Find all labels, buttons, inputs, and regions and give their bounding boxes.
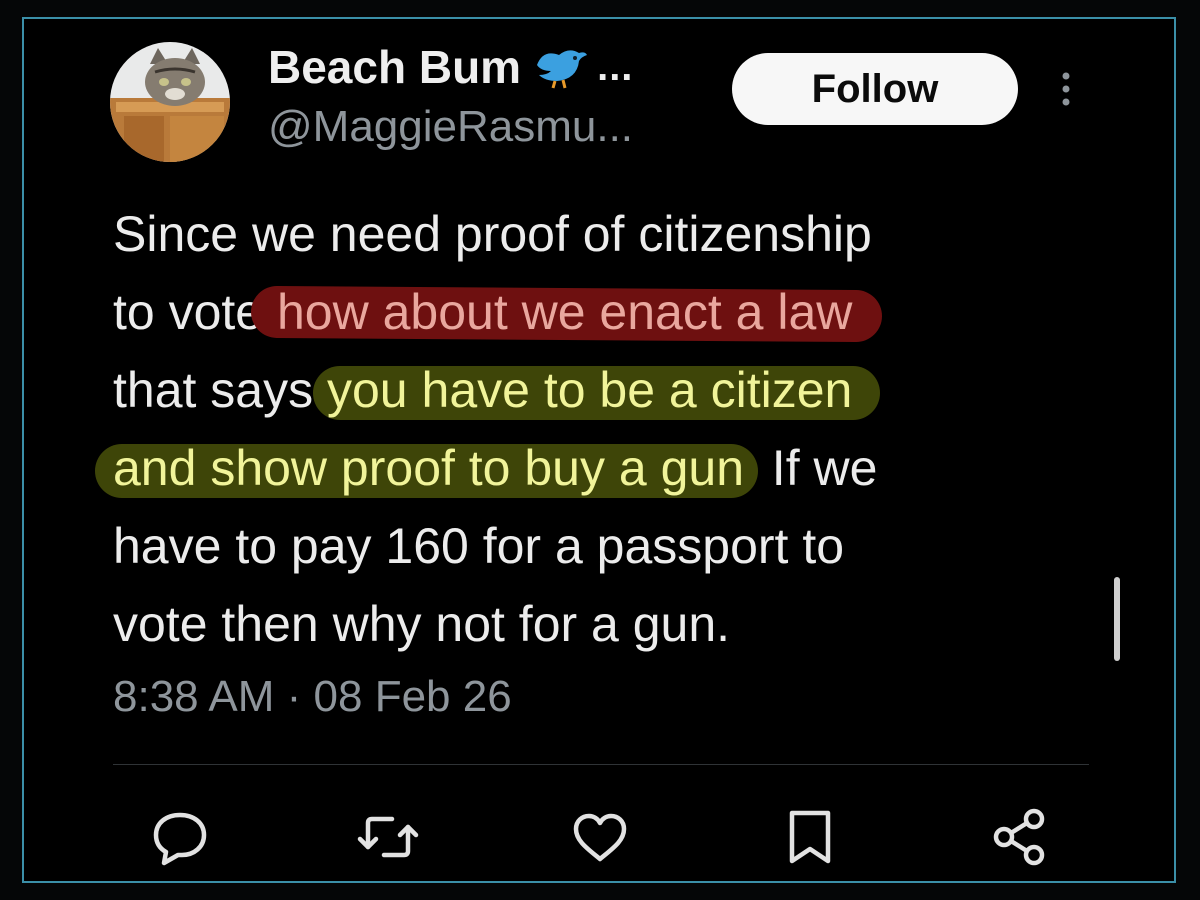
avatar[interactable] [110, 42, 230, 162]
author-name[interactable]: Beach Bum [268, 40, 521, 94]
tweet-text: Since we need proof of citizenship to vo… [113, 195, 1113, 663]
timestamp[interactable]: 8:38 AM · 08 Feb 26 [113, 672, 512, 722]
tweet-text-plain: that says [113, 362, 327, 418]
tweet-text-plain: . If we [744, 440, 878, 496]
author-handle[interactable]: @MaggieRasmu... [268, 102, 633, 152]
like-icon [573, 813, 627, 862]
retweet-icon [357, 816, 419, 858]
reply-icon [153, 812, 207, 866]
bookmark-icon [789, 810, 831, 864]
tweet-line: Since we need proof of citizenship [113, 206, 872, 262]
follow-button[interactable]: Follow [732, 53, 1018, 125]
red-highlight: how about we enact a law [277, 284, 853, 340]
yellow-highlight: and show proof to buy a gun [113, 440, 745, 496]
more-options-icon[interactable] [1052, 70, 1080, 110]
yellow-highlight: you have to be a citizen [327, 362, 853, 418]
scrollbar[interactable] [1114, 577, 1120, 661]
author-name-row[interactable]: Beach Bum ... [268, 40, 633, 94]
retweet-button[interactable] [356, 805, 420, 869]
name-truncation: ... [597, 44, 634, 89]
tweet-line: to vote how about we enact a law [113, 273, 1113, 351]
share-button[interactable] [988, 805, 1052, 869]
tweet-line: have to pay 160 for a passport to [113, 518, 845, 574]
share-icon [993, 808, 1045, 866]
cat-avatar-image [110, 42, 230, 162]
reply-button[interactable] [148, 805, 212, 869]
tweet-line: and show proof to buy a gun. If we [113, 429, 1113, 507]
bookmark-button[interactable] [778, 805, 842, 869]
tweet-line: vote then why not for a gun. [113, 596, 731, 652]
bluebird-icon [537, 50, 588, 89]
tweet-line: that says you have to be a citizen [113, 351, 1113, 429]
like-button[interactable] [568, 805, 632, 869]
divider [113, 764, 1089, 765]
